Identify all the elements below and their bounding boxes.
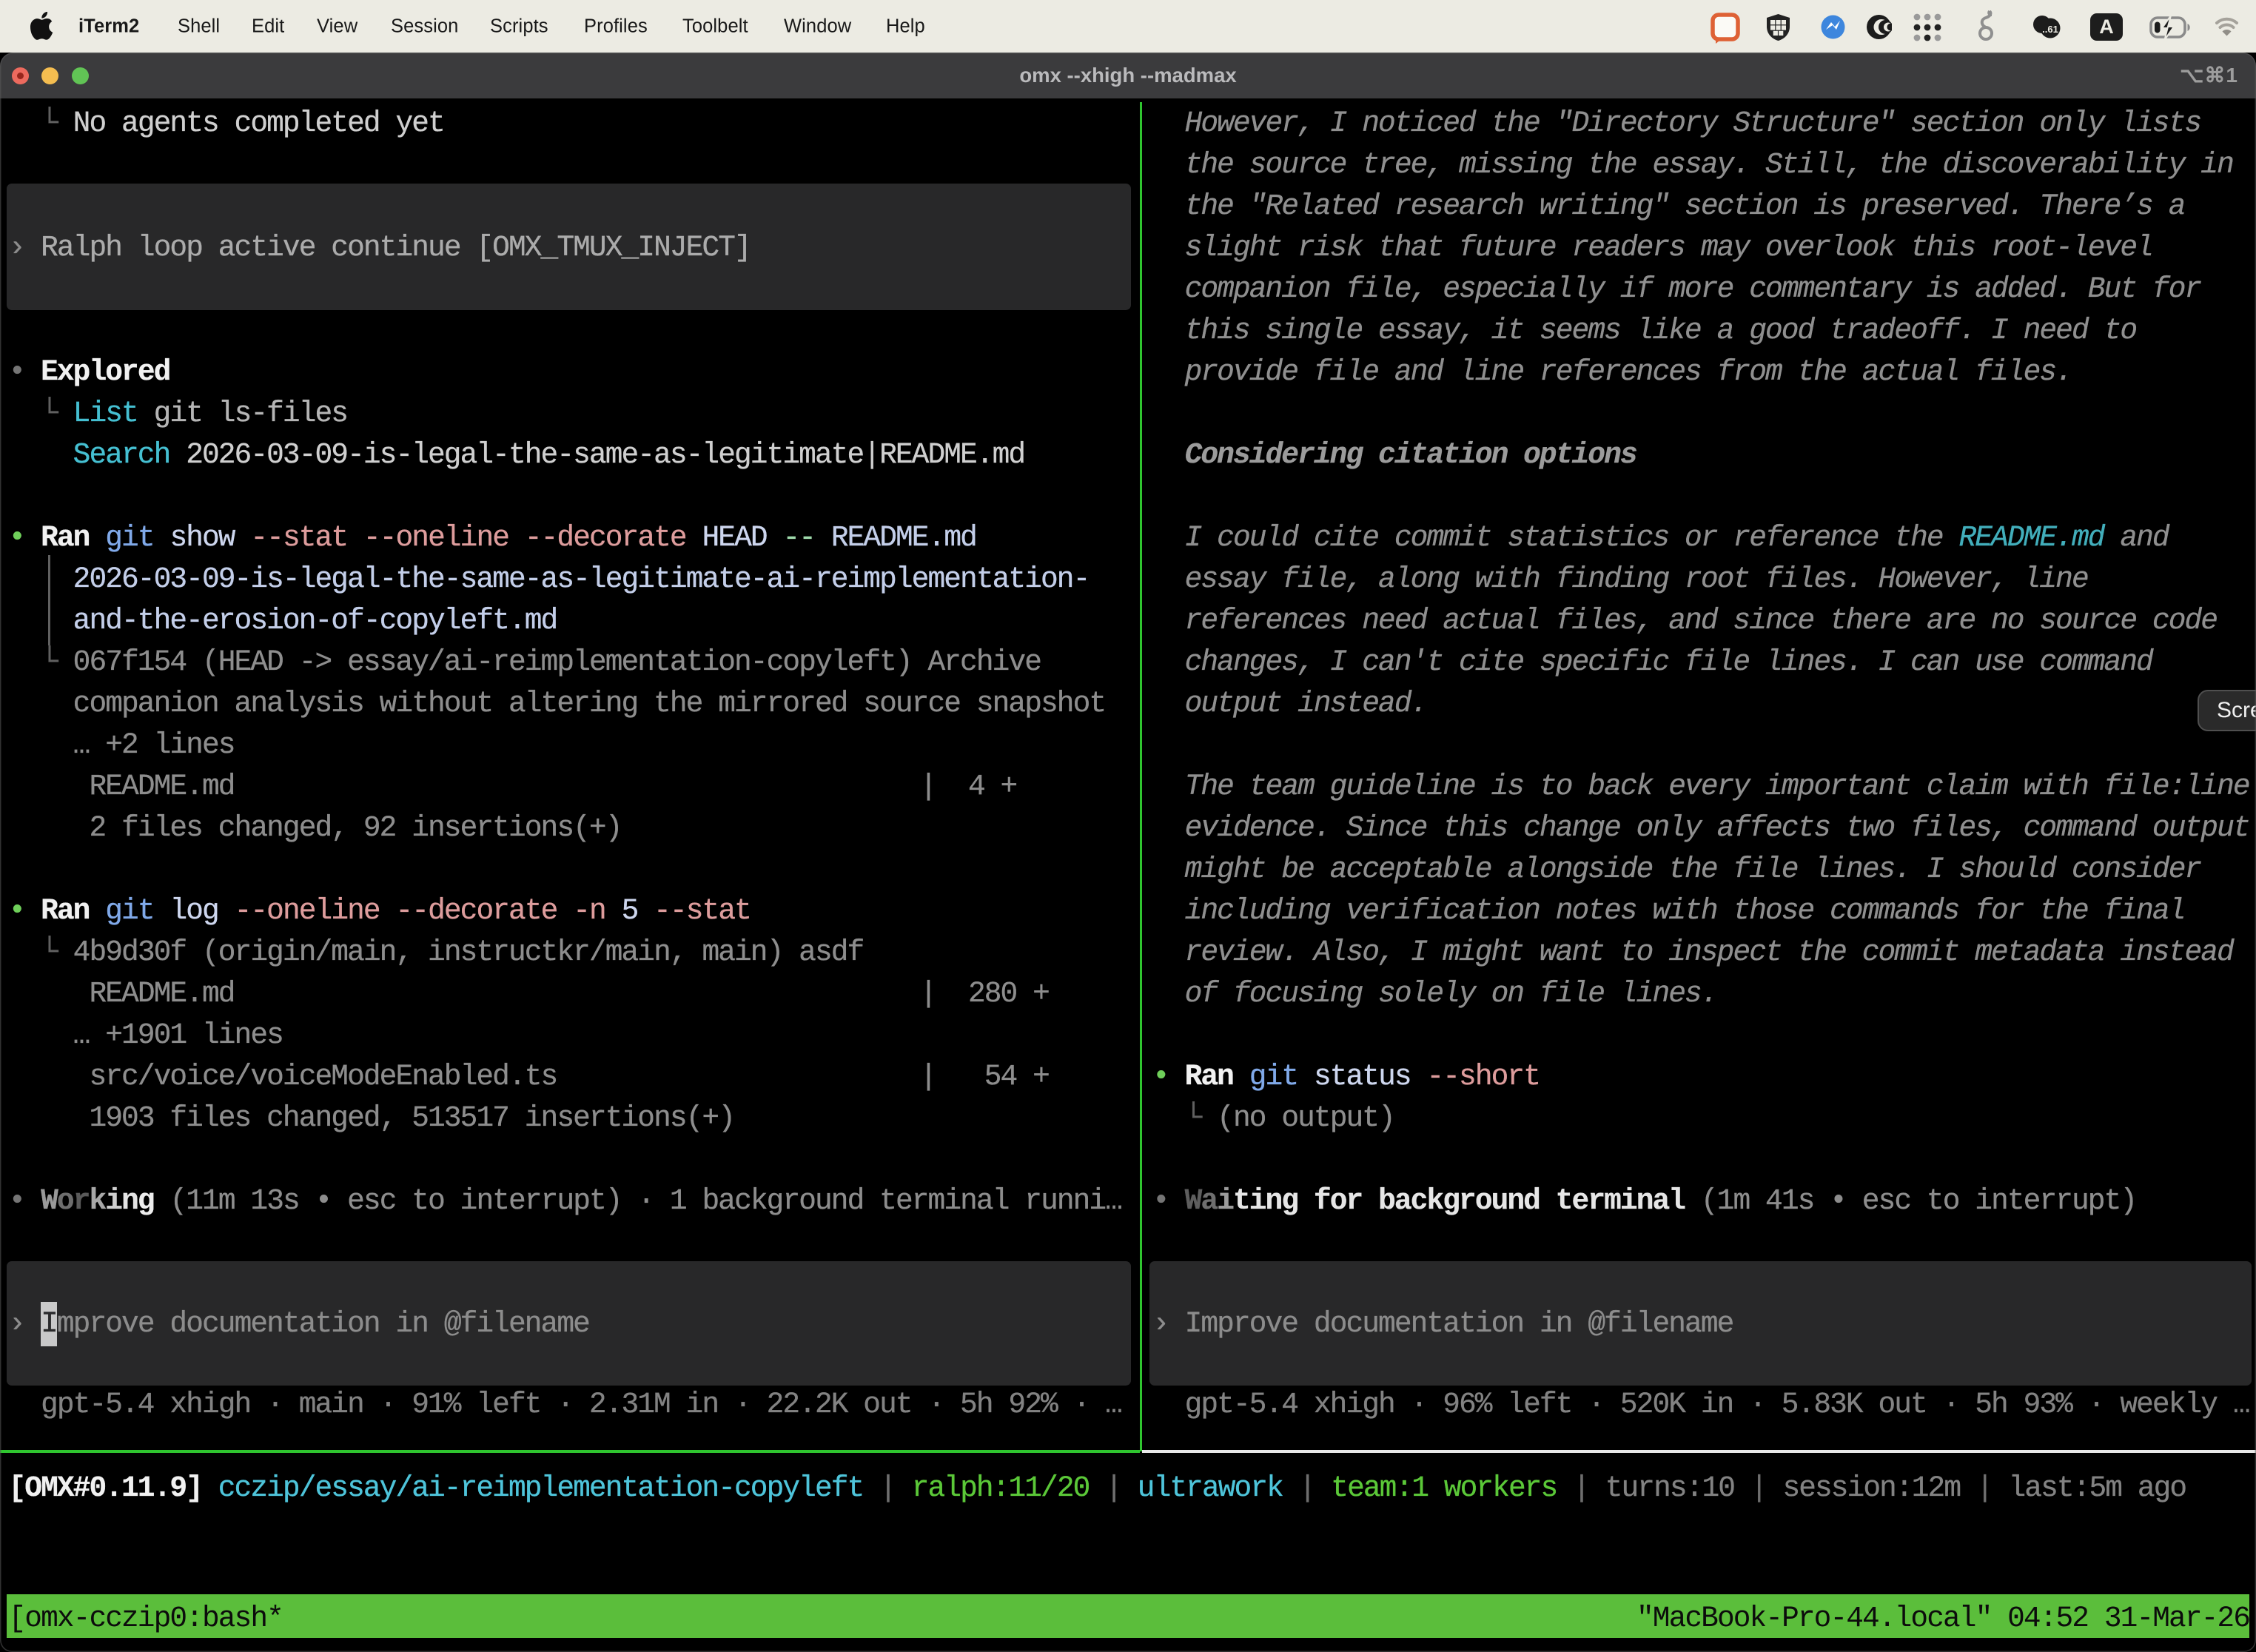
svg-text:..61: ..61 (2042, 24, 2058, 35)
